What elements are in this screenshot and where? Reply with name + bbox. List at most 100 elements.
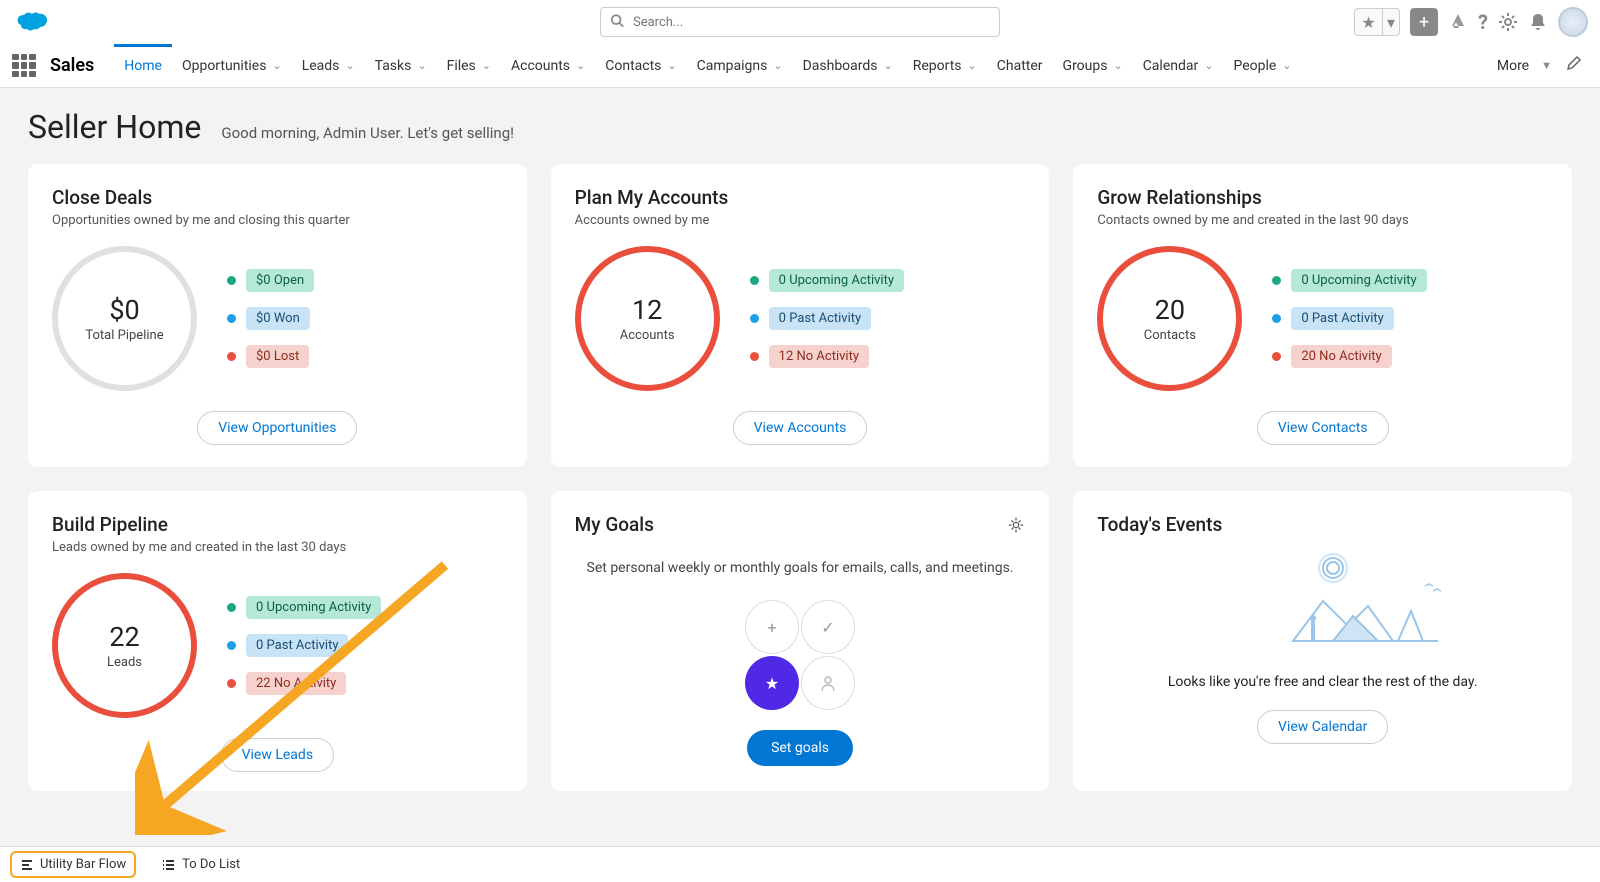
circle-value: 20 <box>1155 294 1185 326</box>
view-leads-button[interactable]: View Leads <box>221 738 334 772</box>
leads-circle: 22 Leads <box>52 573 197 718</box>
chevron-down-icon[interactable]: ⌄ <box>417 59 426 72</box>
chevron-down-icon[interactable]: ⌄ <box>773 59 782 72</box>
notifications-bell-icon[interactable] <box>1528 12 1548 32</box>
nav-contacts[interactable]: Contacts⌄ <box>595 44 686 88</box>
card-subtitle: Accounts owned by me <box>575 213 1026 228</box>
close-deals-card: Close Deals Opportunities owned by me an… <box>28 164 527 467</box>
goals-settings-gear-icon[interactable] <box>1007 516 1025 538</box>
card-title: Plan My Accounts <box>575 186 1026 209</box>
nav-home[interactable]: Home <box>114 44 172 88</box>
utility-bar-flow-item[interactable]: Utility Bar Flow <box>10 851 136 878</box>
global-search-input[interactable] <box>600 7 1000 37</box>
stat-past[interactable]: 0 Past Activity <box>227 634 503 657</box>
events-illustration <box>1193 546 1453 656</box>
view-accounts-button[interactable]: View Accounts <box>733 411 868 445</box>
help-icon[interactable]: ? <box>1478 10 1488 34</box>
stat-past[interactable]: 0 Past Activity <box>750 307 1026 330</box>
add-button[interactable]: + <box>1410 8 1438 36</box>
stat-open[interactable]: $0 Open <box>227 269 503 292</box>
chevron-down-icon[interactable]: ▾ <box>1382 8 1400 36</box>
circle-label: Accounts <box>620 328 675 343</box>
page-subtitle: Good morning, Admin User. Let's get sell… <box>221 124 514 142</box>
stat-past[interactable]: 0 Past Activity <box>1272 307 1548 330</box>
nav-calendar[interactable]: Calendar⌄ <box>1133 44 1224 88</box>
stat-noactivity[interactable]: 12 No Activity <box>750 345 1026 368</box>
circle-value: $0 <box>109 294 139 326</box>
grow-relationships-card: Grow Relationships Contacts owned by me … <box>1073 164 1572 467</box>
nav-reports[interactable]: Reports⌄ <box>903 44 987 88</box>
nav-chatter[interactable]: Chatter <box>987 44 1053 88</box>
goal-star-icon[interactable]: ★ <box>745 656 799 710</box>
goal-person-icon[interactable] <box>801 656 855 710</box>
goals-description: Set personal weekly or monthly goals for… <box>575 560 1026 576</box>
nav-accounts[interactable]: Accounts⌄ <box>501 44 595 88</box>
todays-events-card: Today's Events Looks like you're free an… <box>1073 491 1572 791</box>
favorites-split-button[interactable]: ★ ▾ <box>1354 8 1400 36</box>
nav-files[interactable]: Files⌄ <box>437 44 501 88</box>
stat-upcoming[interactable]: 0 Upcoming Activity <box>227 596 503 619</box>
goal-plus-icon[interactable]: + <box>745 600 799 654</box>
chevron-down-icon[interactable]: ⌄ <box>272 59 281 72</box>
flow-icon <box>20 858 34 872</box>
app-launcher-icon[interactable] <box>12 54 36 78</box>
nav-tasks[interactable]: Tasks⌄ <box>365 44 437 88</box>
card-title: My Goals <box>575 513 654 536</box>
stat-noactivity[interactable]: 22 No Activity <box>227 672 503 695</box>
circle-label: Leads <box>107 655 142 670</box>
card-title: Grow Relationships <box>1097 186 1548 209</box>
salesforce-logo[interactable] <box>12 7 56 37</box>
list-icon <box>162 858 176 872</box>
chevron-down-icon[interactable]: ⌄ <box>345 59 354 72</box>
circle-value: 22 <box>109 621 139 653</box>
plan-accounts-card: Plan My Accounts Accounts owned by me 12… <box>551 164 1050 467</box>
utility-todo-list-item[interactable]: To Do List <box>154 853 248 876</box>
chevron-down-icon[interactable]: ⌄ <box>482 59 491 72</box>
view-opportunities-button[interactable]: View Opportunities <box>197 411 357 445</box>
stat-noactivity[interactable]: 20 No Activity <box>1272 345 1548 368</box>
chevron-down-icon[interactable]: ⌄ <box>968 59 977 72</box>
card-subtitle: Contacts owned by me and created in the … <box>1097 213 1548 228</box>
circle-label: Total Pipeline <box>85 328 163 343</box>
chevron-down-icon[interactable]: ⌄ <box>1204 59 1213 72</box>
nav-groups[interactable]: Groups⌄ <box>1053 44 1133 88</box>
page-title: Seller Home <box>28 108 201 146</box>
card-title: Today's Events <box>1097 513 1548 536</box>
stat-upcoming[interactable]: 0 Upcoming Activity <box>750 269 1026 292</box>
star-icon[interactable]: ★ <box>1354 8 1382 36</box>
build-pipeline-card: Build Pipeline Leads owned by me and cre… <box>28 491 527 791</box>
nav-dashboards[interactable]: Dashboards⌄ <box>793 44 903 88</box>
chevron-down-icon[interactable]: ⌄ <box>1282 59 1291 72</box>
circle-value: 12 <box>632 294 662 326</box>
goal-check-icon[interactable]: ✓ <box>801 600 855 654</box>
card-title: Close Deals <box>52 186 503 209</box>
accounts-circle: 12 Accounts <box>575 246 720 391</box>
search-icon <box>610 13 624 32</box>
chevron-down-icon[interactable]: ⌄ <box>884 59 893 72</box>
chevron-down-icon[interactable]: ▼ <box>1541 59 1552 72</box>
setup-gear-icon[interactable] <box>1498 12 1518 32</box>
trailhead-icon[interactable] <box>1448 12 1468 32</box>
view-contacts-button[interactable]: View Contacts <box>1257 411 1389 445</box>
set-goals-button[interactable]: Set goals <box>747 730 853 766</box>
nav-opportunities[interactable]: Opportunities⌄ <box>172 44 292 88</box>
edit-nav-pencil-icon[interactable] <box>1566 55 1588 77</box>
circle-label: Contacts <box>1144 328 1196 343</box>
events-text: Looks like you're free and clear the res… <box>1097 674 1548 690</box>
chevron-down-icon[interactable]: ⌄ <box>576 59 585 72</box>
my-goals-card: My Goals Set personal weekly or monthly … <box>551 491 1050 791</box>
stat-lost[interactable]: $0 Lost <box>227 345 503 368</box>
nav-campaigns[interactable]: Campaigns⌄ <box>687 44 793 88</box>
app-name-label: Sales <box>50 55 94 76</box>
stat-upcoming[interactable]: 0 Upcoming Activity <box>1272 269 1548 292</box>
card-subtitle: Opportunities owned by me and closing th… <box>52 213 503 228</box>
stat-won[interactable]: $0 Won <box>227 307 503 330</box>
contacts-circle: 20 Contacts <box>1097 246 1242 391</box>
user-avatar[interactable] <box>1558 7 1588 37</box>
nav-people[interactable]: People⌄ <box>1223 44 1301 88</box>
chevron-down-icon[interactable]: ⌄ <box>1113 59 1122 72</box>
nav-leads[interactable]: Leads⌄ <box>292 44 365 88</box>
view-calendar-button[interactable]: View Calendar <box>1257 710 1388 744</box>
nav-more[interactable]: More▼ <box>1489 58 1560 74</box>
chevron-down-icon[interactable]: ⌄ <box>667 59 676 72</box>
